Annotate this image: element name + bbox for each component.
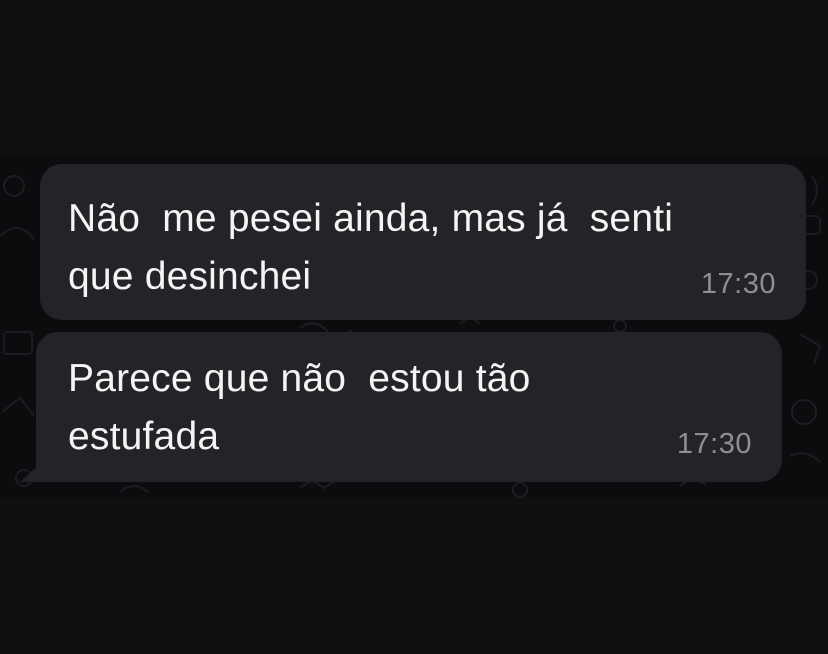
- message-bubble[interactable]: Parece que não estou tão estufada 17:30: [36, 332, 782, 482]
- message-text: Não me pesei ainda, mas já senti que des…: [68, 197, 674, 298]
- message-bubble[interactable]: Não me pesei ainda, mas já senti que des…: [40, 164, 806, 320]
- message-text: Parece que não estou tão estufada: [68, 357, 531, 458]
- message-timestamp: 17:30: [676, 428, 752, 460]
- message-timestamp: 17:30: [700, 268, 776, 300]
- chat-area[interactable]: Não me pesei ainda, mas já senti que des…: [0, 156, 828, 498]
